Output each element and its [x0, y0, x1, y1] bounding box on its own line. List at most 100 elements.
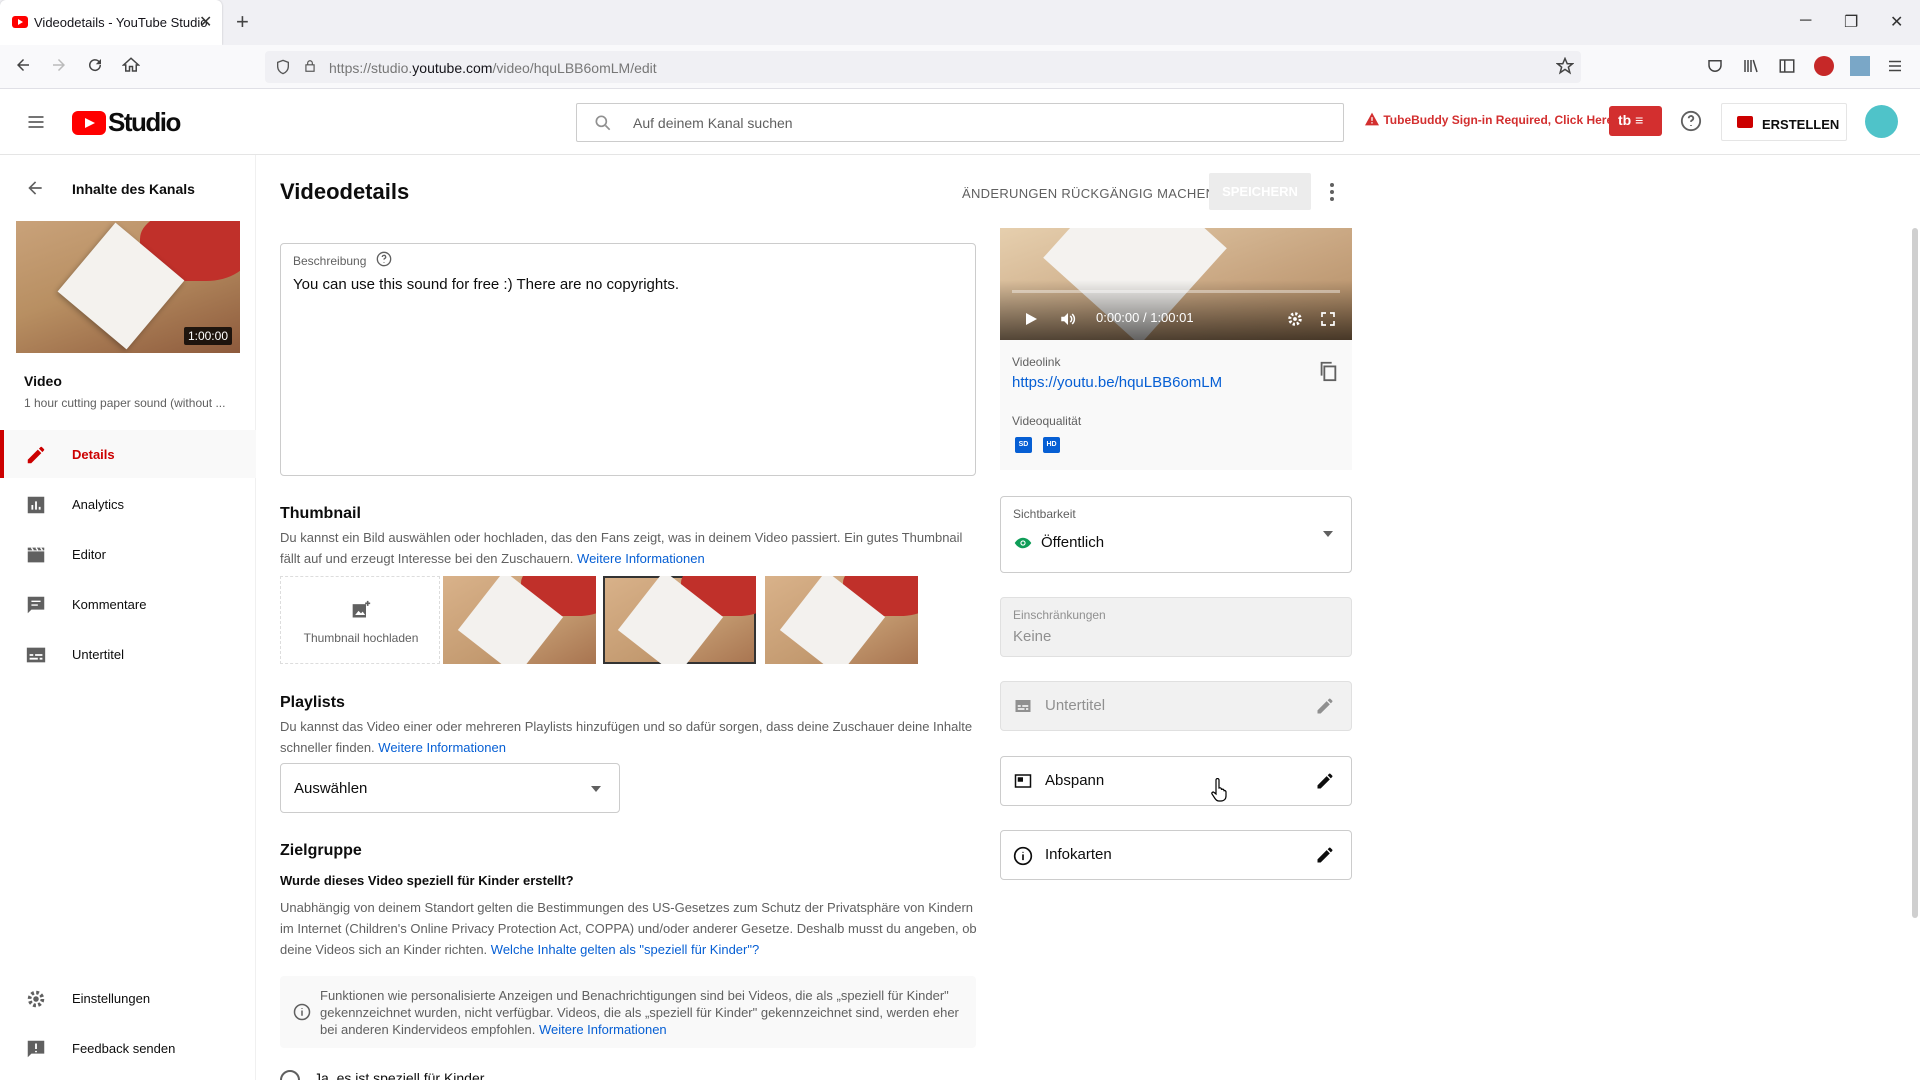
sidebar-item-feedback[interactable]: Feedback senden: [0, 1024, 256, 1072]
thumbnail-learn-more-link[interactable]: Weitere Informationen: [577, 551, 705, 566]
dropdown-arrow-icon: [591, 786, 601, 792]
forward-arrow-icon[interactable]: [50, 56, 68, 74]
thumbnail-option-3[interactable]: [765, 576, 918, 664]
bookmark-star-icon[interactable]: [1556, 57, 1574, 75]
video-thumbnail[interactable]: 1:00:00: [16, 221, 240, 353]
lock-icon[interactable]: [303, 58, 317, 74]
channel-content-link[interactable]: Inhalte des Kanals: [72, 181, 195, 197]
sidebar-item-comments[interactable]: Kommentare: [0, 580, 256, 628]
hamburger-menu-icon[interactable]: [25, 112, 47, 132]
fullscreen-icon[interactable]: [1320, 311, 1336, 327]
page-title: Videodetails: [280, 179, 410, 204]
url-text: https://studio.youtube.com/video/hquLBB6…: [329, 60, 657, 76]
tubebuddy-warning[interactable]: TubeBuddy Sign-in Required, Click Here: [1364, 112, 1613, 127]
back-arrow-icon[interactable]: [14, 56, 32, 74]
sidebar-toggle-icon[interactable]: [1778, 57, 1796, 75]
youtube-play-logo-icon: [72, 110, 106, 135]
back-to-content-icon[interactable]: [25, 178, 45, 198]
audience-kids-content-link[interactable]: Welche Inhalte gelten als "speziell für …: [491, 942, 759, 957]
menu-icon[interactable]: [1886, 57, 1904, 75]
info-icon: [1013, 846, 1033, 866]
cards-button[interactable]: Infokarten: [1000, 830, 1352, 880]
endscreen-button[interactable]: Abspann: [1000, 756, 1352, 806]
clapperboard-icon: [25, 544, 47, 566]
tubebuddy-button[interactable]: tb ≡: [1609, 106, 1662, 136]
youtube-studio-logo[interactable]: Studio: [72, 107, 181, 138]
upload-thumbnail-label: Thumbnail hochladen: [303, 631, 419, 645]
thumbnail-option-1[interactable]: [443, 576, 596, 664]
sidebar-item-subtitles[interactable]: Untertitel: [0, 630, 256, 678]
adblock-extension-icon[interactable]: [1814, 56, 1834, 76]
pencil-icon: [25, 444, 47, 466]
edit-pencil-icon: [1315, 845, 1335, 865]
search-icon: [593, 113, 613, 133]
made-for-kids-label[interactable]: Ja, es ist speziell für Kinder: [314, 1070, 484, 1080]
more-options-icon[interactable]: [1325, 180, 1339, 204]
undo-changes-button[interactable]: ÄNDERUNGEN RÜCKGÄNGIG MACHEN: [962, 186, 1215, 201]
page-scrollbar[interactable]: [1912, 228, 1918, 918]
audience-description: Unabhängig von deinem Standort gelten di…: [280, 897, 980, 960]
video-label: Video: [24, 373, 62, 389]
create-label: ERSTELLEN: [1762, 117, 1840, 132]
videolink[interactable]: https://youtu.be/hquLBB6omLM: [1012, 374, 1222, 391]
copy-icon[interactable]: [1317, 360, 1339, 382]
minimize-icon[interactable]: ─: [1800, 12, 1811, 30]
playlists-learn-more-link[interactable]: Weitere Informationen: [378, 740, 506, 755]
video-camera-icon: [1737, 116, 1753, 128]
bar-chart-icon: [25, 494, 47, 516]
sidebar-item-details[interactable]: Details: [0, 430, 256, 478]
feedback-icon: [25, 1038, 47, 1060]
help-icon[interactable]: [1680, 110, 1702, 132]
gear-icon: [25, 988, 47, 1010]
window-close-icon[interactable]: ✕: [1890, 12, 1903, 32]
subtitles-button[interactable]: Untertitel: [1000, 681, 1352, 731]
thumbnail-option-2[interactable]: [603, 576, 756, 664]
restore-icon[interactable]: ❐: [1844, 12, 1858, 32]
progress-bar[interactable]: [1012, 290, 1340, 293]
logo-text: Studio: [108, 107, 181, 137]
video-title: 1 hour cutting paper sound (without ...: [24, 396, 226, 410]
settings-gear-icon[interactable]: [1286, 310, 1304, 328]
sidebar-item-analytics[interactable]: Analytics: [0, 480, 256, 528]
made-for-kids-radio[interactable]: [280, 1070, 300, 1080]
upload-thumbnail-button[interactable]: Thumbnail hochladen: [280, 576, 440, 664]
save-button[interactable]: SPEICHERN: [1209, 173, 1311, 210]
search-placeholder: Auf deinem Kanal suchen: [633, 115, 793, 131]
subtitles-icon: [1013, 697, 1033, 715]
avatar[interactable]: [1865, 105, 1898, 138]
playlist-select[interactable]: Auswählen: [280, 763, 620, 813]
volume-icon[interactable]: [1058, 310, 1078, 328]
player-time: 0:00:00 / 1:00:01: [1096, 310, 1194, 325]
channel-search-input[interactable]: Auf deinem Kanal suchen: [576, 103, 1344, 142]
sidebar-item-settings[interactable]: Einstellungen: [0, 974, 256, 1022]
home-icon[interactable]: [122, 56, 140, 74]
play-icon[interactable]: [1024, 312, 1038, 326]
playlists-description: Du kannst das Video einer oder mehreren …: [280, 716, 980, 758]
extension-icon[interactable]: [1850, 56, 1870, 76]
video-player[interactable]: 0:00:00 / 1:00:01: [1000, 228, 1352, 340]
description-text[interactable]: You can use this sound for free :) There…: [293, 276, 679, 293]
sidebar-item-label: Kommentare: [72, 597, 147, 612]
visibility-select[interactable]: Sichtbarkeit Öffentlich: [1000, 496, 1352, 573]
hd-badge: HD: [1043, 437, 1060, 453]
pocket-icon[interactable]: [1706, 57, 1724, 75]
browser-tab[interactable]: Videodetails - YouTube Studio ✕: [0, 0, 222, 45]
create-button[interactable]: ERSTELLEN: [1721, 103, 1847, 141]
edit-pencil-icon: [1315, 696, 1335, 716]
info-icon: [293, 1003, 311, 1021]
reload-icon[interactable]: [86, 56, 104, 74]
help-icon[interactable]: [376, 251, 392, 267]
thumbnail-description: Du kannst ein Bild auswählen oder hochla…: [280, 527, 980, 569]
sidebar-item-editor[interactable]: Editor: [0, 530, 256, 578]
add-photo-icon: [351, 600, 371, 620]
library-icon[interactable]: [1742, 57, 1760, 75]
cards-label: Infokarten: [1045, 846, 1112, 863]
tab-close-icon[interactable]: ✕: [199, 12, 212, 32]
audience-info-text: Funktionen wie personalisierte Anzeigen …: [320, 987, 960, 1038]
browser-tab-bar: [0, 0, 1920, 45]
audience-info-link[interactable]: Weitere Informationen: [539, 1022, 667, 1037]
sd-badge: SD: [1015, 437, 1032, 453]
tab-title: Videodetails - YouTube Studio: [34, 15, 208, 30]
shield-icon[interactable]: [275, 58, 291, 76]
new-tab-icon[interactable]: +: [236, 9, 249, 35]
